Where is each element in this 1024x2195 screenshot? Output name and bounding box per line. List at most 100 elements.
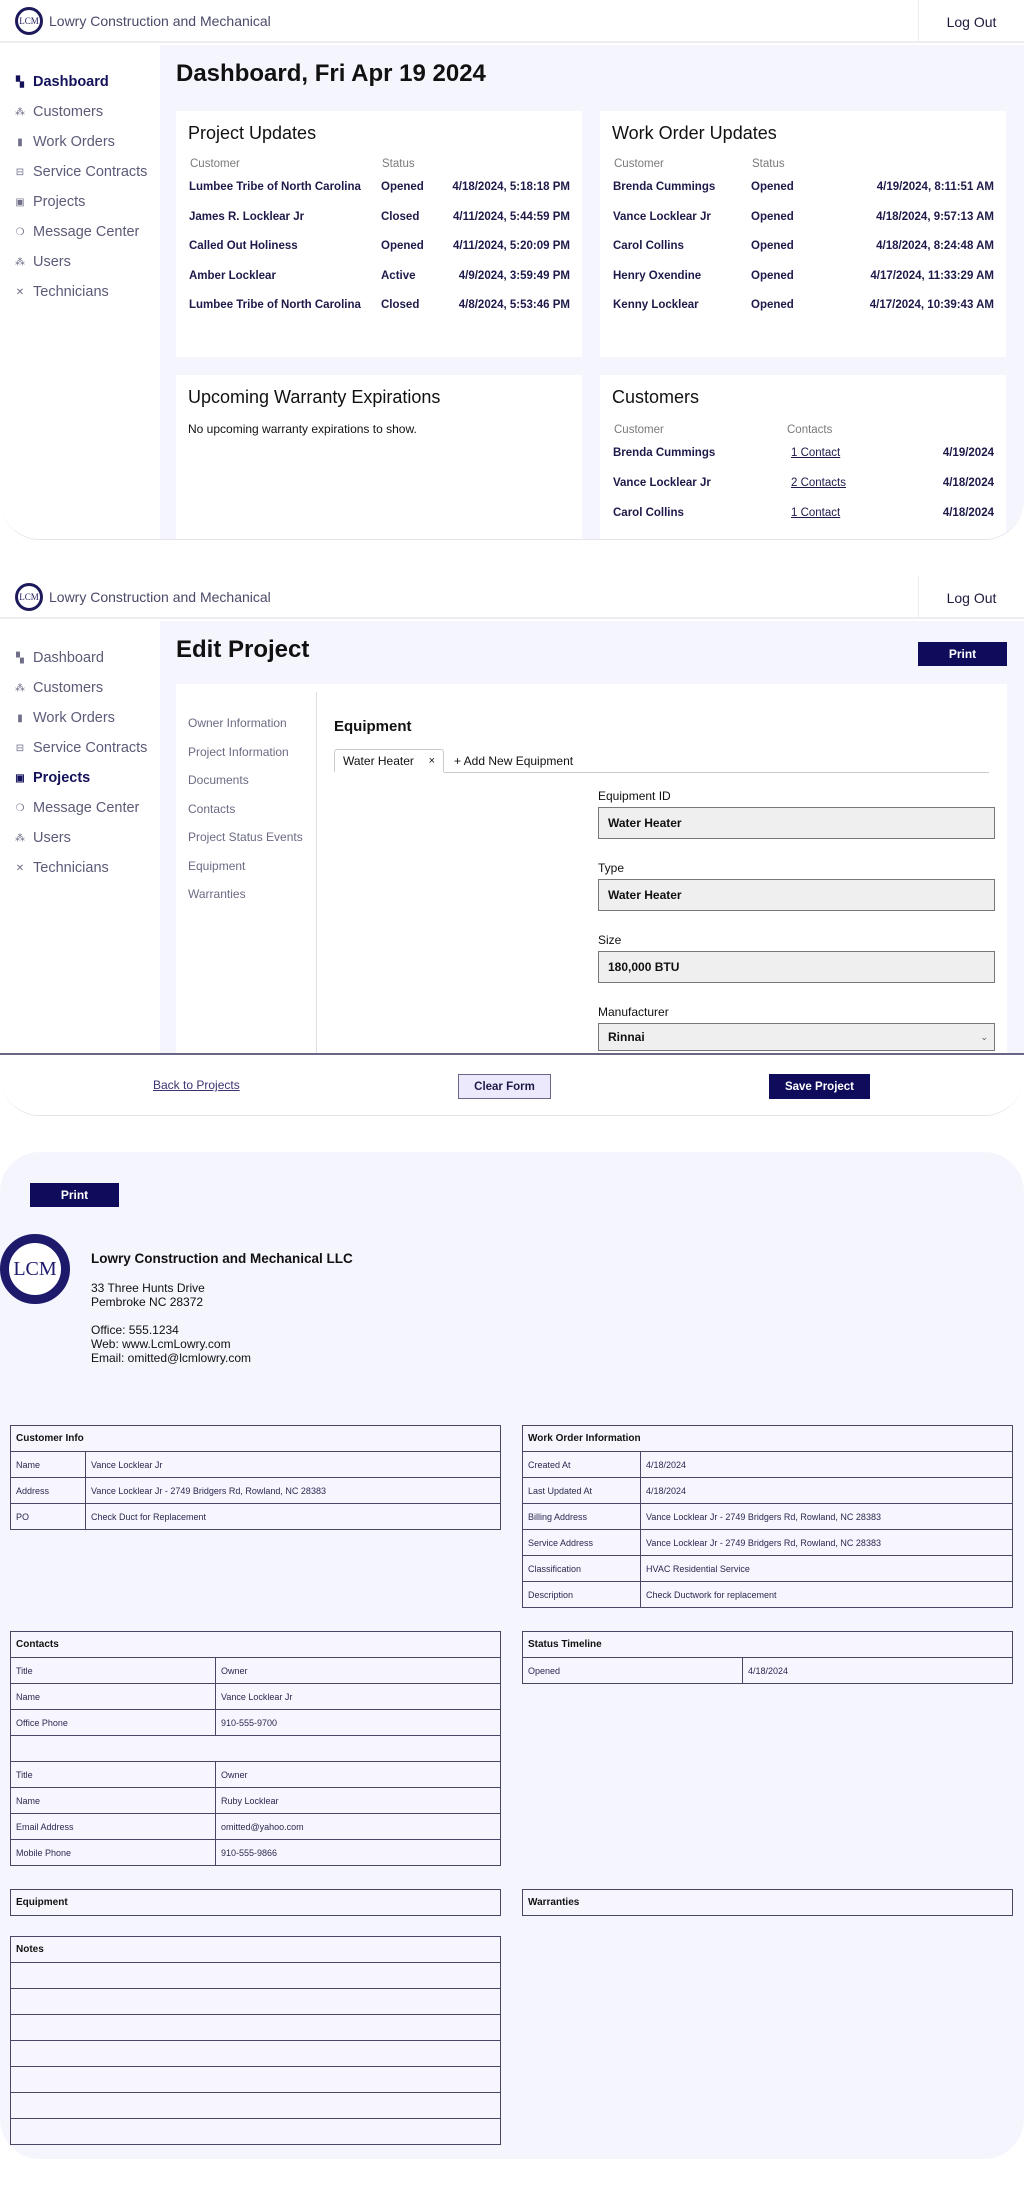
row-value: 910-555-9700 bbox=[215, 1709, 501, 1736]
table-row: PO Check Duct for Replacement bbox=[10, 1503, 501, 1530]
equipment-id-input[interactable]: Water Heater bbox=[598, 807, 995, 839]
section-title: Equipment bbox=[334, 718, 412, 735]
sidebar-item-label: Technicians bbox=[33, 860, 109, 876]
sidebar-item-dashboard[interactable]: ▚ Dashboard bbox=[0, 643, 160, 673]
page-title: Edit Project bbox=[176, 636, 310, 663]
row-label: Name bbox=[10, 1683, 216, 1710]
sidebar-item-customers[interactable]: ⁂ Customers bbox=[0, 673, 160, 703]
sidebar-item-message-center[interactable]: ❍ Message Center bbox=[0, 793, 160, 823]
subnav-documents[interactable]: Documents bbox=[188, 773, 249, 787]
sidebar-item-message-center[interactable]: ❍ Message Center bbox=[0, 217, 160, 247]
sidebar-item-service-contracts[interactable]: ⊟ Service Contracts bbox=[0, 733, 160, 763]
manufacturer-select[interactable]: Rinnai ⌄ bbox=[598, 1023, 995, 1051]
row-label: Description bbox=[522, 1581, 641, 1608]
subnav-project-status-events[interactable]: Project Status Events bbox=[188, 830, 303, 844]
sidebar-item-users[interactable]: ⁂ Users bbox=[0, 823, 160, 853]
tab-water-heater[interactable]: Water Heater × bbox=[334, 749, 444, 772]
table-row: Classification HVAC Residential Service bbox=[522, 1555, 1013, 1582]
contract-icon: ⊟ bbox=[15, 742, 25, 754]
print-button[interactable]: Print bbox=[30, 1183, 119, 1207]
chevron-down-icon: ⌄ bbox=[980, 1031, 988, 1042]
row-label: Name bbox=[10, 1451, 86, 1478]
chat-icon: ❍ bbox=[15, 226, 25, 238]
table-row: Service Address Vance Locklear Jr - 2749 … bbox=[522, 1529, 1013, 1556]
contacts-link[interactable]: 2 Contacts bbox=[791, 477, 846, 489]
row-value: Check Duct for Replacement bbox=[85, 1503, 501, 1530]
note-cell bbox=[10, 2040, 501, 2067]
size-input[interactable]: 180,000 BTU bbox=[598, 951, 995, 983]
sidebar-item-technicians[interactable]: ✕ Technicians bbox=[0, 277, 160, 307]
cell-time: 4/18/2024, 8:24:48 AM bbox=[876, 240, 994, 252]
note-row bbox=[10, 2118, 501, 2145]
table-row: Email Address omitted@yahoo.com bbox=[10, 1813, 501, 1840]
cell-status: Closed bbox=[381, 299, 420, 311]
logout-button[interactable]: Log Out bbox=[918, 0, 1024, 43]
sidebar-item-label: Users bbox=[33, 254, 71, 270]
cell-status: Opened bbox=[381, 240, 424, 252]
edit-project-screen: LCM Lowry Construction and Mechanical Lo… bbox=[0, 576, 1024, 1116]
top-bar: LCM Lowry Construction and Mechanical Lo… bbox=[0, 0, 1024, 43]
field-value: Water Heater bbox=[608, 888, 682, 902]
note-cell bbox=[10, 2014, 501, 2041]
sidebar-item-technicians[interactable]: ✕ Technicians bbox=[0, 853, 160, 883]
row-value: 4/18/2024 bbox=[640, 1451, 1013, 1478]
sidebar-item-projects[interactable]: ▣ Projects bbox=[0, 763, 160, 793]
table-row: Title Owner bbox=[10, 1657, 501, 1684]
row-label: Last Updated At bbox=[522, 1477, 641, 1504]
back-to-projects-link[interactable]: Back to Projects bbox=[153, 1078, 240, 1092]
logout-button[interactable]: Log Out bbox=[918, 576, 1024, 619]
sidebar-item-users[interactable]: ⁂ Users bbox=[0, 247, 160, 277]
row-label: Mobile Phone bbox=[10, 1839, 216, 1866]
sidebar-item-label: Message Center bbox=[33, 800, 140, 816]
subnav-warranties[interactable]: Warranties bbox=[188, 887, 246, 901]
sidebar-item-customers[interactable]: ⁂ Customers bbox=[0, 97, 160, 127]
sidebar-item-work-orders[interactable]: ▮ Work Orders bbox=[0, 127, 160, 157]
note-row bbox=[10, 2014, 501, 2041]
field-label: Equipment ID bbox=[598, 789, 671, 803]
contacts-link[interactable]: 1 Contact bbox=[791, 507, 840, 519]
sidebar-item-dashboard[interactable]: ▚ Dashboard bbox=[0, 67, 160, 97]
sidebar-item-projects[interactable]: ▣ Projects bbox=[0, 187, 160, 217]
edit-project-main: Edit Project Print Owner Information Proj… bbox=[160, 621, 1024, 1115]
row-label: Opened bbox=[522, 1657, 743, 1684]
row-label: Address bbox=[10, 1477, 86, 1504]
row-value: Vance Locklear Jr bbox=[215, 1683, 501, 1710]
row-value: omitted@yahoo.com bbox=[215, 1813, 501, 1840]
row-value: Check Ductwork for replacement bbox=[640, 1581, 1013, 1608]
close-icon[interactable]: × bbox=[429, 755, 435, 767]
table-title: Customer Info bbox=[10, 1425, 501, 1452]
table-header-row: Notes bbox=[10, 1936, 501, 1963]
spacer-cell bbox=[10, 1735, 501, 1762]
subnav-equipment[interactable]: Equipment bbox=[188, 859, 245, 873]
sidebar-item-service-contracts[interactable]: ⊟ Service Contracts bbox=[0, 157, 160, 187]
contacts-link[interactable]: 1 Contact bbox=[791, 447, 840, 459]
save-project-button[interactable]: Save Project bbox=[769, 1074, 870, 1099]
row-label: Office Phone bbox=[10, 1709, 216, 1736]
projects-icon: ▣ bbox=[15, 772, 25, 784]
add-equipment-tab[interactable]: + Add New Equipment bbox=[454, 749, 573, 772]
cell-contacts: 1 Contact bbox=[791, 447, 840, 459]
print-button[interactable]: Print bbox=[918, 642, 1007, 666]
sidebar-item-label: Service Contracts bbox=[33, 740, 148, 756]
row-label: Created At bbox=[522, 1451, 641, 1478]
subnav-owner-information[interactable]: Owner Information bbox=[188, 716, 287, 730]
sidebar-item-label: Projects bbox=[33, 194, 86, 210]
card-title: Upcoming Warranty Expirations bbox=[188, 387, 441, 407]
contacts-table: Contacts Title Owner Name Vance Locklear Jr O… bbox=[10, 1631, 501, 1866]
company-logo: LCM bbox=[15, 583, 43, 611]
subnav-project-information[interactable]: Project Information bbox=[188, 745, 289, 759]
subnav-contacts[interactable]: Contacts bbox=[188, 802, 235, 816]
clear-form-button[interactable]: Clear Form bbox=[458, 1074, 551, 1099]
cell-time: 4/19/2024, 8:11:51 AM bbox=[876, 181, 994, 193]
type-input[interactable]: Water Heater bbox=[598, 879, 995, 911]
row-value: Vance Locklear Jr bbox=[85, 1451, 501, 1478]
page-title: Dashboard, Fri Apr 19 2024 bbox=[176, 60, 486, 87]
sidebar: ▚ Dashboard ⁂ Customers ▮ Work Orders ⊟ Service… bbox=[0, 621, 160, 1115]
cell-time: 4/17/2024, 10:39:43 AM bbox=[869, 299, 994, 311]
edit-project-card: Owner Information Project Information Docu… bbox=[176, 684, 1007, 1054]
table-header-row: Customer Info bbox=[10, 1425, 501, 1452]
sidebar-item-work-orders[interactable]: ▮ Work Orders bbox=[0, 703, 160, 733]
column-header: Status bbox=[752, 158, 785, 170]
table-row: Created At 4/18/2024 bbox=[522, 1451, 1013, 1478]
table-header-row: Contacts bbox=[10, 1631, 501, 1658]
